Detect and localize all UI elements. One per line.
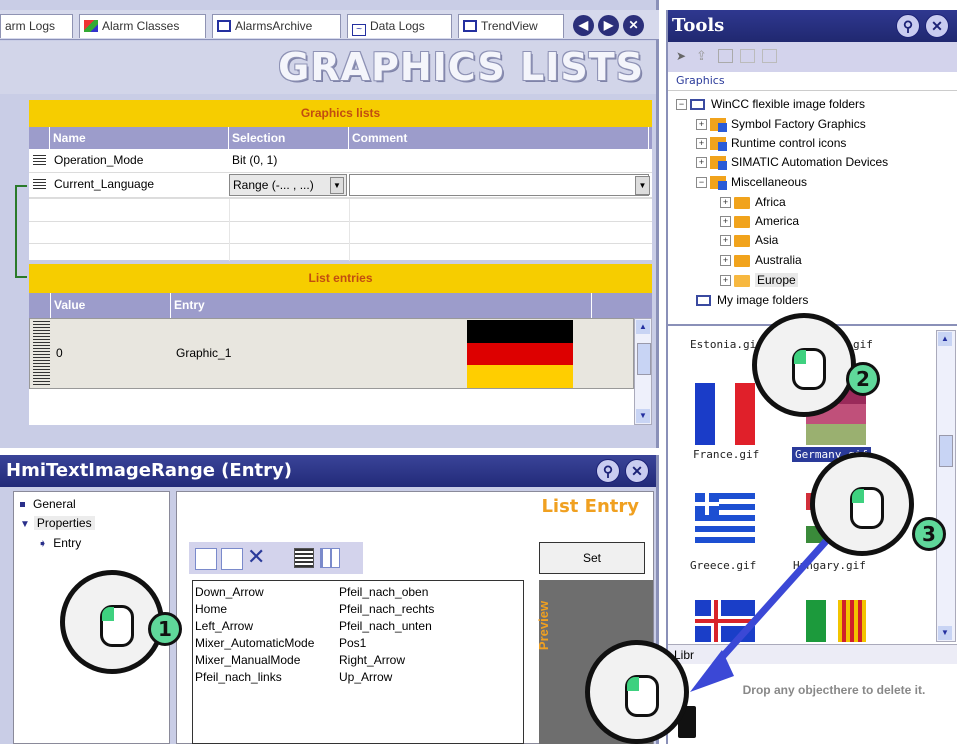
mouse-drag-icon xyxy=(810,452,914,556)
mouse-drop-icon xyxy=(585,640,689,744)
step-badge-3: 3 xyxy=(912,517,946,551)
step-badge-1: 1 xyxy=(148,612,182,646)
step-badge-2: 2 xyxy=(846,362,880,396)
mouse-click-icon xyxy=(752,313,856,417)
